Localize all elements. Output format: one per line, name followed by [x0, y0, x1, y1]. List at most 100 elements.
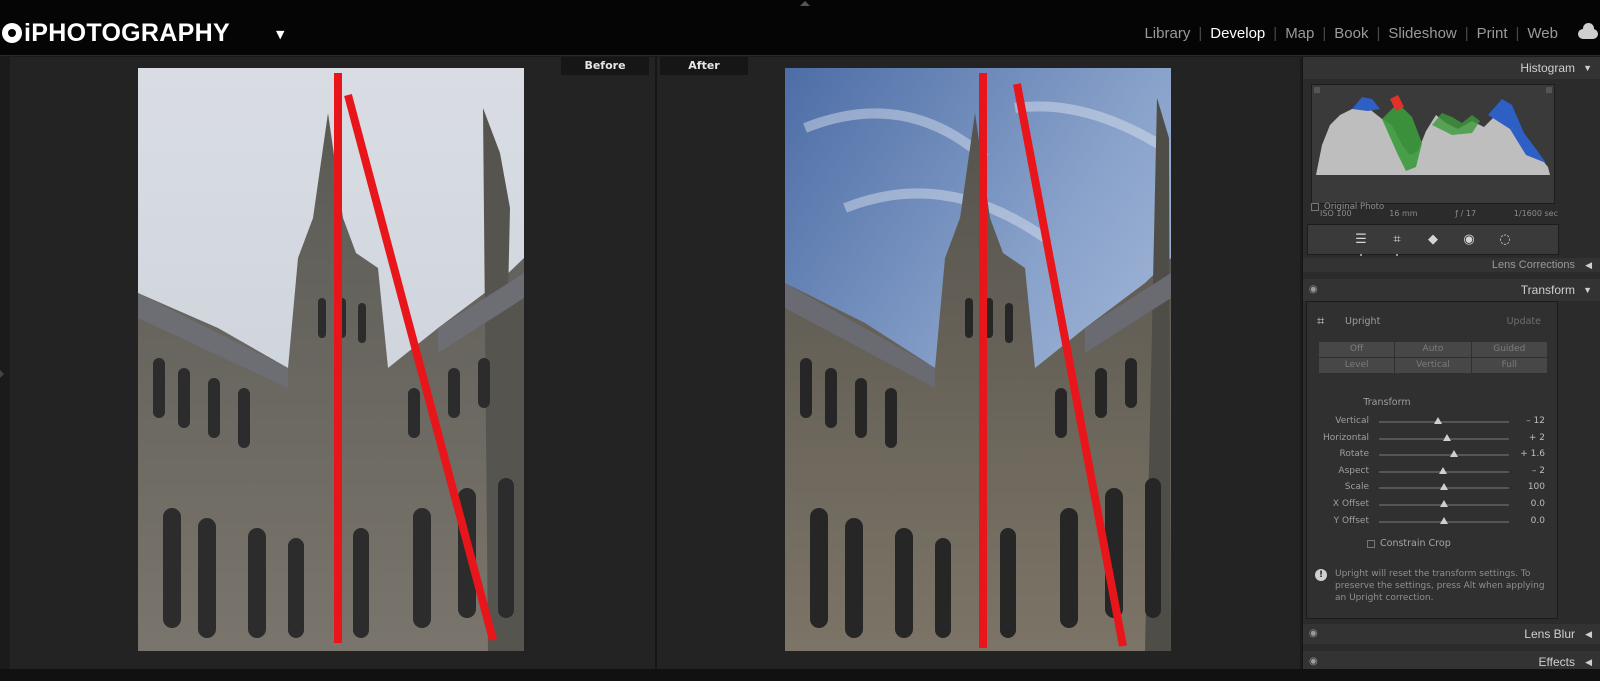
top-bar: iPHOTOGRAPHY ▼ Library | Develop | Map | Bo…: [0, 0, 1600, 56]
slider-value[interactable]: 0.0: [1531, 516, 1545, 526]
transform-header[interactable]: ◉ Transform ▼: [1303, 279, 1600, 301]
lens-blur-title: Lens Blur: [1524, 627, 1575, 641]
logo-icon: [2, 23, 22, 43]
transform-title: Transform: [1520, 283, 1575, 297]
module-develop[interactable]: Develop: [1202, 25, 1273, 42]
upright-mode-buttons: Off Auto Guided Level Vertical Full: [1319, 342, 1547, 373]
healing-eraser-icon[interactable]: ◆: [1423, 230, 1443, 250]
visibility-eye-icon[interactable]: ◉: [1309, 279, 1318, 301]
histogram-graph[interactable]: ISO 100 16 mm ƒ / 17 1/1600 sec: [1311, 84, 1558, 218]
expand-triangle-icon[interactable]: ◀: [1585, 624, 1592, 644]
slider-thumb[interactable]: [1433, 417, 1442, 424]
slider-x-offset[interactable]: X Offset 0.0: [1307, 497, 1559, 513]
original-photo-label: Original Photo: [1324, 202, 1385, 212]
expand-left-panel-icon[interactable]: [0, 370, 4, 378]
slider-value[interactable]: – 12: [1526, 416, 1545, 426]
upright-info-note: ! Upright will reset the transform setti…: [1315, 568, 1551, 604]
slider-thumb[interactable]: [1440, 516, 1448, 524]
transform-panel: ⌗ Upright Update Off Auto Guided Level V…: [1306, 301, 1558, 619]
develop-right-panel: Histogram ▼ ISO 100 16 mm ƒ / 17 1/1600 …: [1302, 57, 1600, 669]
expand-triangle-icon[interactable]: ◀: [1585, 258, 1592, 272]
upright-crop-icon[interactable]: ⌗: [1317, 314, 1324, 329]
slider-label: Vertical: [1335, 416, 1369, 426]
slider-label: X Offset: [1332, 499, 1369, 509]
red-eye-icon[interactable]: ◉: [1459, 230, 1479, 250]
upright-level-button[interactable]: Level: [1319, 358, 1395, 373]
module-picker: Library | Develop | Map | Book | Slideshow | …: [1136, 25, 1566, 42]
info-exclamation-icon: !: [1315, 569, 1327, 581]
slider-aspect[interactable]: Aspect – 2: [1307, 464, 1559, 480]
effects-title: Effects: [1538, 655, 1575, 669]
before-after-view: Before After: [10, 57, 1300, 669]
slider-label: Y Offset: [1333, 515, 1369, 526]
focal-length-value: 16 mm: [1389, 209, 1418, 218]
slider-thumb[interactable]: [1440, 500, 1448, 507]
slider-vertical[interactable]: Vertical – 12: [1307, 414, 1559, 430]
slider-rotate[interactable]: Rotate + 1.6: [1307, 447, 1559, 463]
after-photo[interactable]: [785, 68, 1171, 651]
shadow-clipping-icon: [1314, 87, 1320, 93]
slider-label: Rotate: [1339, 449, 1369, 460]
identity-menu-caret-icon[interactable]: ▼: [276, 28, 284, 41]
visibility-eye-icon[interactable]: ◉: [1309, 624, 1318, 644]
slider-label: Horizontal: [1323, 432, 1369, 443]
slider-value[interactable]: 0.0: [1531, 499, 1545, 509]
masking-icon[interactable]: ◌: [1495, 230, 1515, 250]
effects-header[interactable]: ◉ Effects ◀: [1303, 651, 1600, 669]
histogram-title: Histogram: [1520, 61, 1575, 75]
filmstrip-bar: [0, 669, 1600, 681]
slider-track[interactable]: [1379, 454, 1509, 457]
original-photo-checkbox[interactable]: [1311, 203, 1319, 211]
lens-corrections-header[interactable]: Lens Corrections ◀: [1303, 258, 1600, 272]
slider-value[interactable]: + 1.6: [1520, 449, 1545, 459]
module-book[interactable]: Book: [1326, 25, 1376, 42]
before-photo[interactable]: [138, 68, 524, 651]
slider-horizontal[interactable]: Horizontal + 2: [1307, 431, 1559, 447]
slider-thumb[interactable]: [1440, 483, 1448, 491]
original-photo-toggle[interactable]: Original Photo: [1311, 202, 1384, 212]
slider-value[interactable]: 100: [1528, 482, 1545, 492]
module-print[interactable]: Print: [1469, 25, 1516, 42]
constrain-crop-label: Constrain Crop: [1380, 538, 1451, 549]
shutter-speed-value: 1/1600 sec: [1513, 209, 1558, 218]
split-divider: [655, 57, 657, 669]
collapse-triangle-icon[interactable]: ▼: [1583, 57, 1592, 79]
slider-track[interactable]: [1379, 421, 1509, 423]
module-map[interactable]: Map: [1277, 25, 1322, 42]
upright-info-text: Upright will reset the transform setting…: [1335, 569, 1545, 603]
slider-thumb[interactable]: [1438, 466, 1447, 474]
slider-value[interactable]: + 2: [1529, 433, 1545, 443]
slider-label: Aspect: [1338, 465, 1369, 476]
constrain-crop-checkbox[interactable]: [1367, 539, 1375, 548]
constrain-crop-toggle[interactable]: Constrain Crop: [1367, 538, 1451, 549]
upright-full-button[interactable]: Full: [1471, 358, 1547, 373]
upright-auto-button[interactable]: Auto: [1395, 342, 1471, 357]
histogram-header[interactable]: Histogram ▼: [1303, 57, 1600, 79]
module-library[interactable]: Library: [1136, 25, 1198, 42]
identity-plate: iPHOTOGRAPHY: [2, 18, 230, 48]
upright-off-button[interactable]: Off: [1319, 342, 1395, 357]
slider-scale[interactable]: Scale 100: [1307, 480, 1559, 496]
module-web[interactable]: Web: [1519, 25, 1566, 42]
slider-label: Scale: [1344, 482, 1369, 493]
edit-sliders-icon[interactable]: ☰: [1351, 230, 1371, 256]
logo-text: iPHOTOGRAPHY: [24, 18, 230, 47]
slider-thumb[interactable]: [1450, 450, 1459, 458]
highlight-clipping-icon: [1546, 87, 1552, 93]
collapse-triangle-icon[interactable]: ▼: [1583, 279, 1592, 301]
cloud-sync-icon[interactable]: [1578, 23, 1598, 39]
slider-thumb[interactable]: [1442, 433, 1451, 441]
module-slideshow[interactable]: Slideshow: [1380, 25, 1464, 42]
upright-vertical-button[interactable]: Vertical: [1395, 358, 1471, 373]
after-label: After: [660, 57, 748, 75]
tool-strip: ☰ ⌗ ◆ ◉ ◌: [1307, 224, 1559, 256]
collapse-top-panel-icon[interactable]: [800, 1, 810, 6]
slider-y-offset[interactable]: Y Offset 0.0: [1307, 514, 1559, 530]
update-button[interactable]: Update: [1507, 316, 1541, 327]
transform-section-title: Transform: [1363, 397, 1411, 408]
slider-value[interactable]: – 2: [1532, 466, 1545, 476]
lens-corrections-title: Lens Corrections: [1491, 259, 1575, 271]
upright-guided-button[interactable]: Guided: [1471, 342, 1547, 357]
crop-tool-icon[interactable]: ⌗: [1387, 230, 1407, 256]
lens-blur-header[interactable]: ◉ Lens Blur ◀: [1303, 624, 1600, 644]
